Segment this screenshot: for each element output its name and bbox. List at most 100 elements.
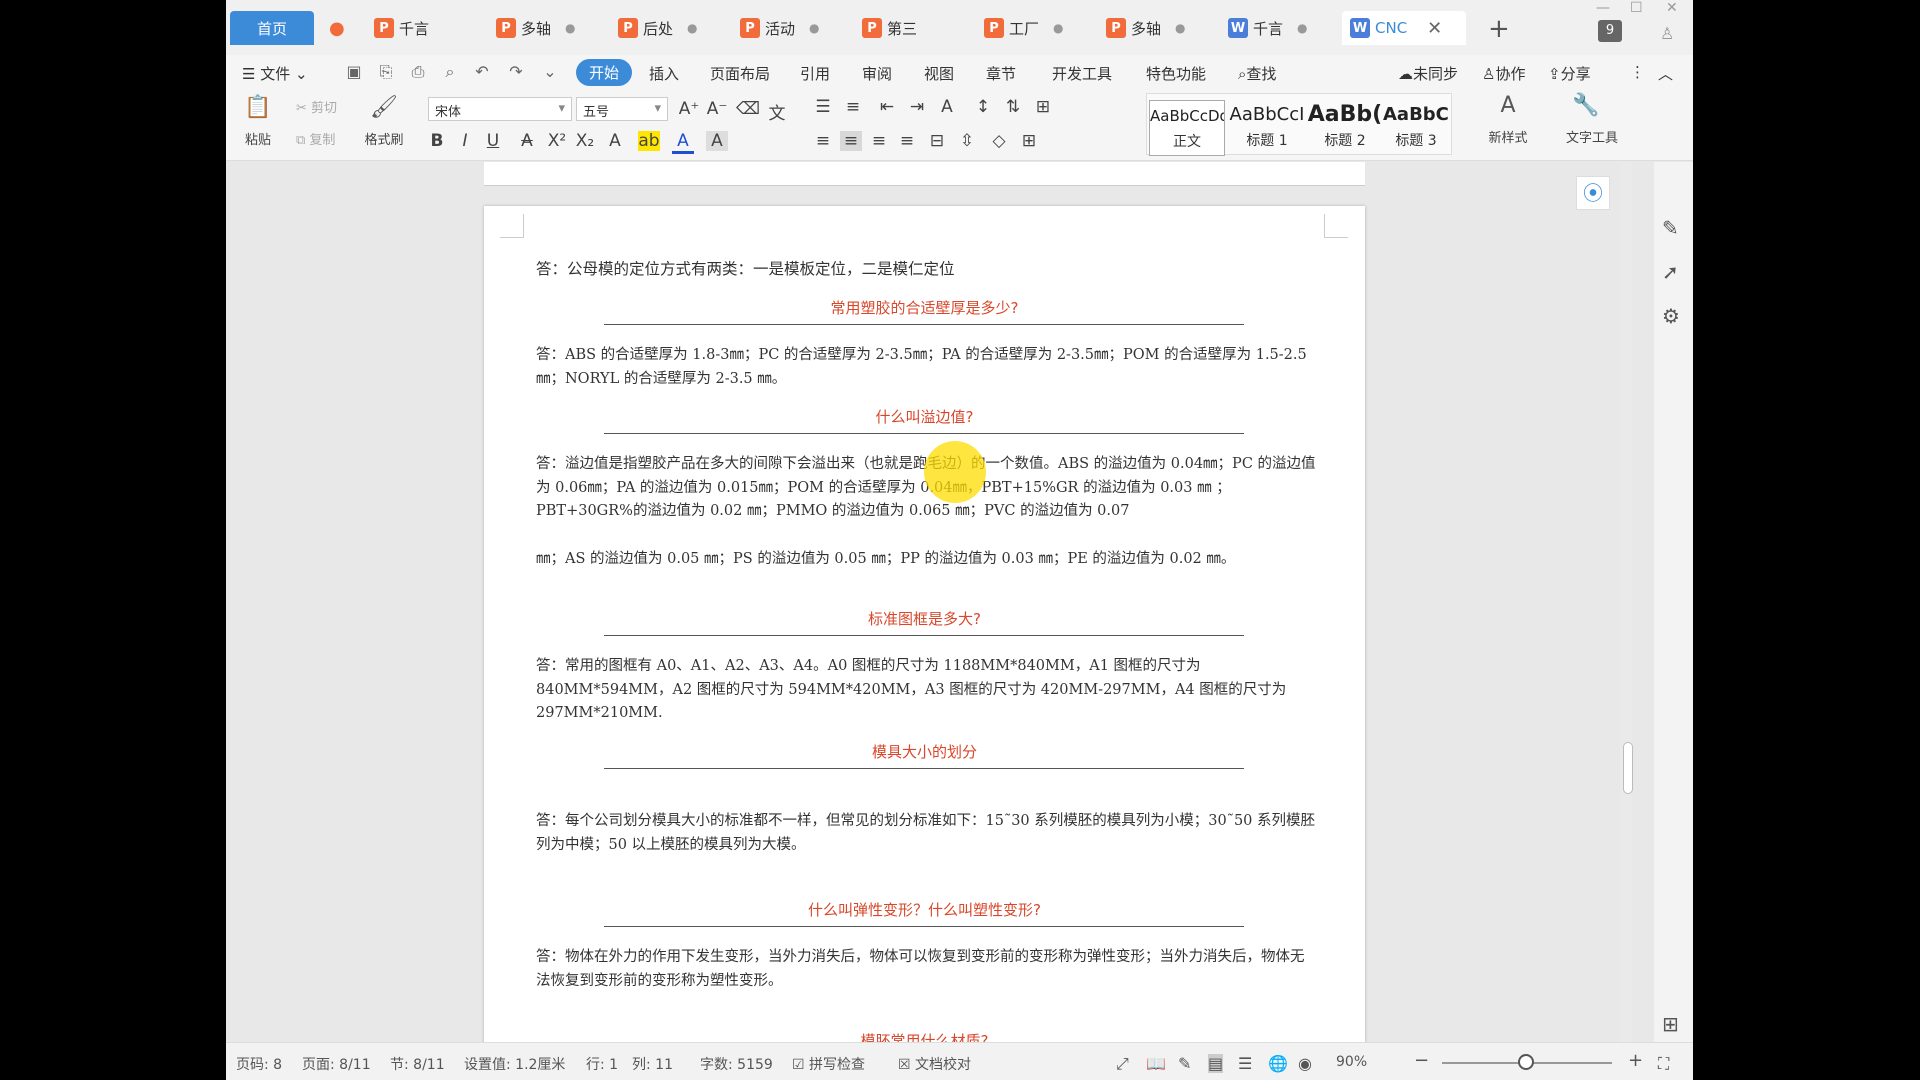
italic-icon[interactable]: I bbox=[454, 131, 476, 151]
grow-font-icon[interactable]: A⁺ bbox=[678, 99, 700, 119]
page-view-icon[interactable]: ▤ bbox=[1208, 1054, 1224, 1073]
align-left-icon[interactable]: ≡ bbox=[812, 131, 834, 151]
share-button[interactable]: ⇪分享 bbox=[1548, 63, 1591, 84]
borders-icon[interactable]: ⊞ bbox=[1018, 131, 1040, 151]
document-page[interactable]: 答：公母模的定位方式有两类：一是模板定位，二是模仁定位 常用塑胶的合适壁厚是多少… bbox=[484, 206, 1365, 1080]
tab-doc-7[interactable]: P 多轴 ● bbox=[1098, 11, 1208, 45]
menu-features[interactable]: 特色功能 bbox=[1146, 63, 1206, 84]
menu-page-layout[interactable]: 页面布局 bbox=[710, 63, 770, 84]
minimize-icon[interactable]: — bbox=[1596, 0, 1610, 16]
text-effect-icon[interactable]: A bbox=[604, 131, 626, 151]
zoom-out-icon[interactable]: − bbox=[1414, 1050, 1429, 1071]
print-preview-icon[interactable]: ⌕ bbox=[440, 62, 460, 82]
web-view-icon[interactable]: 🌐 bbox=[1268, 1054, 1288, 1073]
page-indicator[interactable]: 页面: 8/11 bbox=[302, 1054, 371, 1074]
menu-developer[interactable]: 开发工具 bbox=[1052, 63, 1112, 84]
tab-doc-3[interactable]: P 后处 ● bbox=[610, 11, 720, 45]
document-canvas[interactable]: 答：公母模的定位方式有两类：一是模板定位，二是模仁定位 常用塑胶的合适壁厚是多少… bbox=[226, 162, 1631, 1080]
highlight-icon[interactable]: ab bbox=[638, 131, 660, 151]
table-icon[interactable]: ⊞ bbox=[1032, 97, 1054, 117]
font-family-select[interactable]: 宋体 ▾ bbox=[428, 97, 572, 121]
format-painter-button[interactable]: 🖌 格式刷 bbox=[364, 95, 404, 148]
fit-window-icon[interactable]: ⛶ bbox=[1658, 1054, 1669, 1074]
font-size-select[interactable]: 五号 ▾ bbox=[576, 97, 668, 121]
copy-button[interactable]: ⧉ 复制 bbox=[296, 129, 335, 148]
phonetic-icon[interactable]: 文 bbox=[766, 99, 788, 124]
menu-references[interactable]: 引用 bbox=[800, 63, 830, 84]
bullet-list-icon[interactable]: ☰ bbox=[812, 97, 834, 117]
eye-protect-icon[interactable]: ◉ bbox=[1298, 1054, 1312, 1073]
strikethrough-icon[interactable]: A bbox=[516, 131, 538, 151]
file-menu[interactable]: ☰ 文件 ⌄ bbox=[242, 63, 308, 84]
proofread-button[interactable]: ☒ 文档校对 bbox=[898, 1054, 971, 1074]
collapse-ribbon-icon[interactable]: ︿ bbox=[1658, 63, 1673, 84]
clear-format-icon[interactable]: ⌫ bbox=[736, 99, 760, 119]
close-icon[interactable]: ● bbox=[687, 21, 697, 35]
sync-status[interactable]: ☁未同步 bbox=[1398, 63, 1458, 84]
tab-doc-active[interactable]: W CNC ✕ bbox=[1342, 11, 1466, 45]
close-icon[interactable]: ● bbox=[1053, 21, 1063, 35]
close-icon[interactable]: ● bbox=[565, 21, 575, 35]
close-icon[interactable]: ✕ bbox=[1427, 18, 1442, 39]
new-tab-button[interactable]: + bbox=[1488, 14, 1510, 44]
menu-start[interactable]: 开始 bbox=[576, 59, 633, 86]
word-count[interactable]: 字数: 5159 bbox=[700, 1054, 773, 1074]
text-direction-icon[interactable]: A bbox=[936, 97, 958, 117]
style-heading-2[interactable]: AaBb(标题 2 bbox=[1307, 100, 1383, 156]
zoom-slider-handle[interactable] bbox=[1518, 1054, 1534, 1070]
subscript-icon[interactable]: X₂ bbox=[574, 131, 596, 151]
close-icon[interactable]: ● bbox=[1297, 21, 1307, 35]
style-normal[interactable]: AaBbCcDd 正文 bbox=[1149, 100, 1225, 156]
zoom-in-icon[interactable]: + bbox=[1628, 1050, 1643, 1071]
tab-count-badge[interactable]: 9 bbox=[1598, 20, 1622, 42]
shading-icon[interactable]: ◇ bbox=[988, 131, 1010, 151]
tab-home[interactable]: 首页 bbox=[230, 11, 314, 45]
settings-sliders-icon[interactable]: ⚙ bbox=[1662, 304, 1680, 328]
shrink-font-icon[interactable]: A⁻ bbox=[706, 99, 728, 119]
undo-icon[interactable]: ↶ bbox=[472, 62, 492, 82]
paste-button[interactable]: 📋 粘贴 bbox=[238, 95, 278, 148]
read-mode-icon[interactable]: 📖 bbox=[1146, 1054, 1166, 1073]
cut-button[interactable]: ✂ 剪切 bbox=[296, 97, 337, 116]
maximize-icon[interactable]: ☐ bbox=[1630, 0, 1643, 16]
increase-indent-icon[interactable]: ⇥ bbox=[906, 97, 928, 117]
pen-icon[interactable]: ✎ bbox=[1662, 216, 1679, 240]
text-tools-button[interactable]: 🔧 文字工具 bbox=[1566, 93, 1618, 146]
pointer-icon[interactable]: ➚ bbox=[1662, 260, 1679, 284]
tab-doc-2[interactable]: P 多轴 ● bbox=[488, 11, 598, 45]
bold-icon[interactable]: B bbox=[426, 131, 448, 151]
scrollbar-thumb[interactable] bbox=[1623, 742, 1633, 794]
save-icon[interactable]: ▣ bbox=[344, 62, 364, 82]
tab-doc-5[interactable]: P 第三 bbox=[854, 11, 964, 45]
style-heading-1[interactable]: AaBbCcI 标题 1 bbox=[1229, 100, 1305, 156]
font-color-icon[interactable]: A bbox=[672, 131, 694, 154]
sort-icon[interactable]: ↕ bbox=[972, 97, 994, 117]
close-icon[interactable]: ● bbox=[1175, 21, 1185, 35]
outline-view-icon[interactable]: ☰ bbox=[1238, 1054, 1252, 1073]
new-style-button[interactable]: A 新样式 bbox=[1488, 93, 1528, 146]
user-icon[interactable]: ♙ bbox=[1660, 24, 1674, 43]
spell-check-button[interactable]: ☑ 拼写检查 bbox=[792, 1054, 865, 1074]
menu-review[interactable]: 审阅 bbox=[862, 63, 892, 84]
more-icon[interactable]: ⋮ bbox=[1630, 63, 1645, 81]
tab-doc-4[interactable]: P 活动 ● bbox=[732, 11, 842, 45]
justify-icon[interactable]: ≡ bbox=[896, 131, 918, 151]
close-window-icon[interactable]: ✕ bbox=[1666, 0, 1678, 16]
menu-chapter[interactable]: 章节 bbox=[986, 63, 1016, 84]
distributed-icon[interactable]: ⊟ bbox=[926, 131, 948, 151]
tab-doc-1[interactable]: P 千言 bbox=[366, 11, 476, 45]
menu-view[interactable]: 视图 bbox=[924, 63, 954, 84]
vertical-scrollbar[interactable] bbox=[1620, 162, 1632, 1042]
align-right-icon[interactable]: ≡ bbox=[868, 131, 890, 151]
collab-button[interactable]: ♙协作 bbox=[1482, 63, 1525, 84]
superscript-icon[interactable]: X² bbox=[546, 131, 568, 151]
print-icon[interactable]: ⎙ bbox=[408, 62, 428, 82]
paragraph-spacing-icon[interactable]: ⇳ bbox=[956, 131, 978, 151]
tab-fire[interactable]: ● bbox=[322, 11, 356, 45]
line-spacing-icon[interactable]: ⇅ bbox=[1002, 97, 1024, 117]
menu-insert[interactable]: 插入 bbox=[649, 63, 679, 84]
close-icon[interactable]: ● bbox=[809, 21, 819, 35]
char-shading-icon[interactable]: A bbox=[706, 131, 728, 151]
export-icon[interactable]: ⎘ bbox=[376, 62, 396, 82]
zoom-level[interactable]: 90% bbox=[1336, 1054, 1367, 1070]
